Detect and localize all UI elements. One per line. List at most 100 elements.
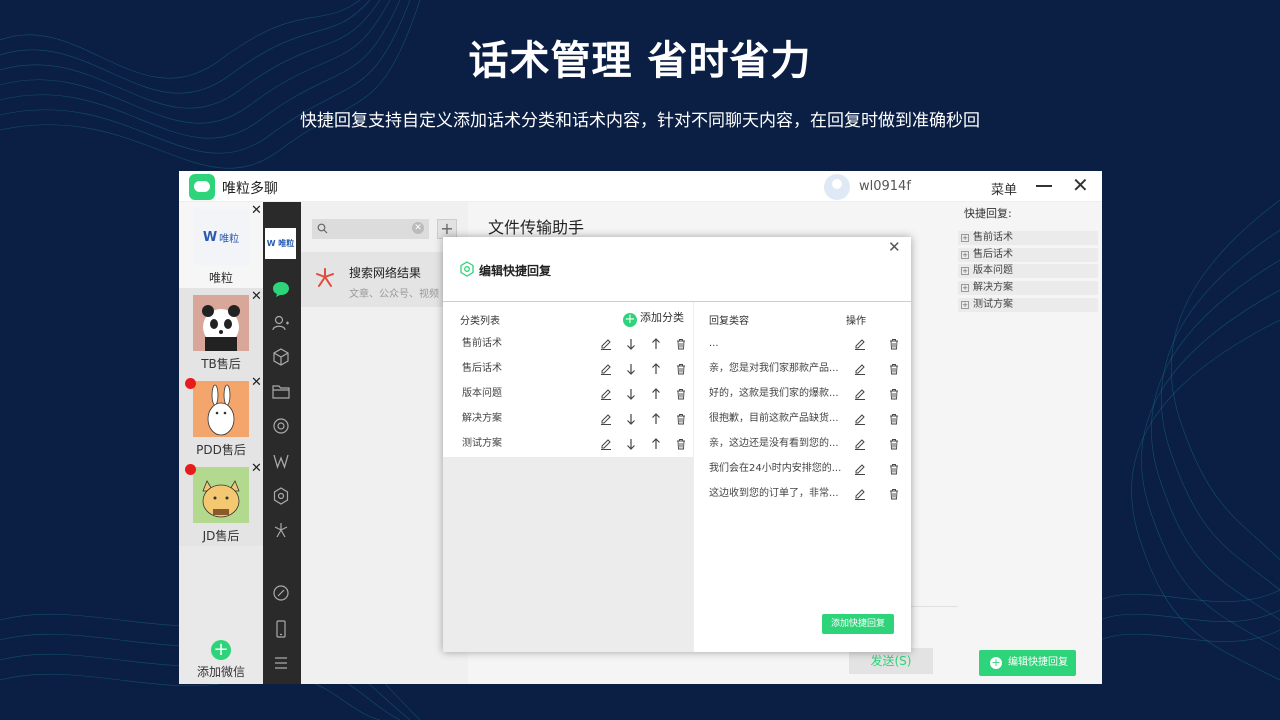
move-down-icon[interactable] bbox=[625, 388, 637, 400]
move-down-icon[interactable] bbox=[625, 438, 637, 450]
account-column: W 唯粒 唯粒 ✕ TB售后 ✕ PDD售后 ✕ JD售后 ✕ + 添加微信 bbox=[179, 202, 263, 684]
moments-icon[interactable] bbox=[272, 417, 290, 435]
account-close-icon[interactable]: ✕ bbox=[251, 203, 262, 218]
account-item[interactable]: PDD售后 ✕ bbox=[179, 374, 263, 460]
reply-row[interactable]: 亲，这边还是没有看到您的... bbox=[709, 434, 849, 454]
move-up-icon[interactable] bbox=[650, 388, 662, 400]
add-wechat-button[interactable]: + 添加微信 bbox=[179, 640, 263, 680]
delete-icon[interactable] bbox=[888, 388, 900, 400]
category-pane-empty bbox=[443, 457, 693, 652]
plus-icon: + bbox=[990, 656, 1002, 669]
move-up-icon[interactable] bbox=[650, 338, 662, 350]
delete-icon[interactable] bbox=[888, 413, 900, 425]
reply-row[interactable]: 我们会在24小时内安排您的... bbox=[709, 459, 849, 479]
quick-reply-category[interactable]: + 测试方案 bbox=[958, 298, 1098, 312]
clear-search-icon[interactable]: ✕ bbox=[412, 222, 424, 234]
link-icon[interactable] bbox=[272, 584, 290, 602]
add-quick-reply-button[interactable]: 添加快捷回复 bbox=[822, 614, 894, 634]
delete-icon[interactable] bbox=[888, 488, 900, 500]
sparkle-icon[interactable] bbox=[272, 521, 290, 539]
move-down-icon[interactable] bbox=[625, 338, 637, 350]
quick-reply-category[interactable]: + 版本问题 bbox=[958, 264, 1098, 278]
category-row[interactable]: 售后话术 bbox=[462, 359, 502, 379]
settings-icon[interactable] bbox=[272, 487, 290, 505]
delete-icon[interactable] bbox=[675, 363, 687, 375]
delete-icon[interactable] bbox=[888, 338, 900, 350]
account-label: PDD售后 bbox=[196, 443, 246, 457]
delete-icon[interactable] bbox=[675, 338, 687, 350]
move-down-icon[interactable] bbox=[625, 363, 637, 375]
edit-icon[interactable] bbox=[854, 438, 866, 450]
delete-icon[interactable] bbox=[675, 388, 687, 400]
delete-icon[interactable] bbox=[675, 413, 687, 425]
quick-reply-category[interactable]: + 售前话术 bbox=[958, 231, 1098, 245]
folder-icon[interactable] bbox=[272, 383, 290, 401]
panda-icon bbox=[202, 305, 240, 351]
edit-quick-reply-button[interactable]: + 编辑快捷回复 bbox=[979, 650, 1076, 676]
account-close-icon[interactable]: ✕ bbox=[251, 289, 262, 304]
reply-row[interactable]: 很抱歉，目前这款产品缺货... bbox=[709, 409, 849, 429]
minimize-icon[interactable] bbox=[1036, 185, 1052, 187]
phone-icon[interactable] bbox=[272, 620, 290, 638]
account-close-icon[interactable]: ✕ bbox=[251, 375, 262, 390]
account-close-icon[interactable]: ✕ bbox=[251, 461, 262, 476]
expand-icon: + bbox=[961, 234, 969, 242]
edit-icon[interactable] bbox=[854, 388, 866, 400]
search-results-icon bbox=[316, 268, 334, 287]
edit-icon[interactable] bbox=[600, 363, 612, 375]
category-row[interactable]: 售前话术 bbox=[462, 334, 502, 354]
edit-icon[interactable] bbox=[600, 413, 612, 425]
chat-icon[interactable] bbox=[272, 280, 290, 298]
edit-icon[interactable] bbox=[854, 338, 866, 350]
move-down-icon[interactable] bbox=[625, 413, 637, 425]
edit-icon[interactable] bbox=[854, 488, 866, 500]
close-icon[interactable]: ✕ bbox=[1072, 175, 1089, 195]
category-header: 分类列表 bbox=[460, 316, 500, 327]
add-button[interactable]: + bbox=[437, 219, 457, 239]
move-up-icon[interactable] bbox=[650, 363, 662, 375]
reply-row[interactable]: 这边收到您的订单了，非常... bbox=[709, 484, 849, 504]
account-item[interactable]: TB售后 ✕ bbox=[179, 288, 263, 374]
current-account-avatar[interactable]: W 唯粒 bbox=[265, 228, 296, 259]
edit-icon[interactable] bbox=[600, 338, 612, 350]
account-label: TB售后 bbox=[201, 357, 241, 371]
category-row[interactable]: 版本问题 bbox=[462, 384, 502, 404]
account-item[interactable]: W 唯粒 唯粒 ✕ bbox=[179, 202, 263, 288]
account-item[interactable]: JD售后 ✕ bbox=[179, 460, 263, 546]
conversation-title: 搜索网络结果 bbox=[349, 266, 422, 280]
quick-reply-category[interactable]: + 售后话术 bbox=[958, 248, 1098, 262]
move-up-icon[interactable] bbox=[650, 413, 662, 425]
delete-icon[interactable] bbox=[888, 363, 900, 375]
delete-icon[interactable] bbox=[675, 438, 687, 450]
reply-row[interactable]: 亲，您是对我们家那款产品... bbox=[709, 359, 849, 379]
user-avatar[interactable] bbox=[824, 174, 850, 200]
quick-reply-category[interactable]: + 解决方案 bbox=[958, 281, 1098, 295]
brand-w-icon[interactable] bbox=[272, 452, 290, 470]
nav-sidebar: W 唯粒 bbox=[263, 202, 301, 684]
search-input[interactable]: ✕ bbox=[312, 219, 429, 239]
move-up-icon[interactable] bbox=[650, 438, 662, 450]
edit-icon[interactable] bbox=[854, 463, 866, 475]
add-category-button[interactable]: + 添加分类 bbox=[623, 309, 684, 327]
category-row[interactable]: 解决方案 bbox=[462, 409, 502, 429]
reply-row[interactable]: ... bbox=[709, 334, 849, 354]
menu-button[interactable]: 菜单 bbox=[991, 179, 1017, 198]
chat-title: 文件传输助手 bbox=[488, 218, 585, 237]
quick-reply-panel: 快捷回复: + 售前话术 + 售后话术 + 版本问题 + 解决方案 + 测试方案 + 编辑… bbox=[958, 202, 1102, 684]
edit-icon[interactable] bbox=[854, 363, 866, 375]
reply-row[interactable]: 好的，这款是我们家的爆款... bbox=[709, 384, 849, 404]
delete-icon[interactable] bbox=[888, 463, 900, 475]
account-label: JD售后 bbox=[202, 529, 240, 543]
user-name[interactable]: wl0914f bbox=[859, 179, 911, 194]
contacts-icon[interactable] bbox=[272, 314, 290, 332]
box-icon[interactable] bbox=[272, 348, 290, 366]
edit-icon[interactable] bbox=[600, 388, 612, 400]
menu-lines-icon[interactable] bbox=[272, 654, 290, 672]
dialog-title: 编辑快捷回复 bbox=[479, 264, 552, 278]
edit-icon[interactable] bbox=[600, 438, 612, 450]
category-row[interactable]: 测试方案 bbox=[462, 434, 502, 454]
edit-icon[interactable] bbox=[854, 413, 866, 425]
dialog-close-icon[interactable]: ✕ bbox=[888, 238, 901, 256]
delete-icon[interactable] bbox=[888, 438, 900, 450]
account-avatar bbox=[193, 381, 249, 437]
